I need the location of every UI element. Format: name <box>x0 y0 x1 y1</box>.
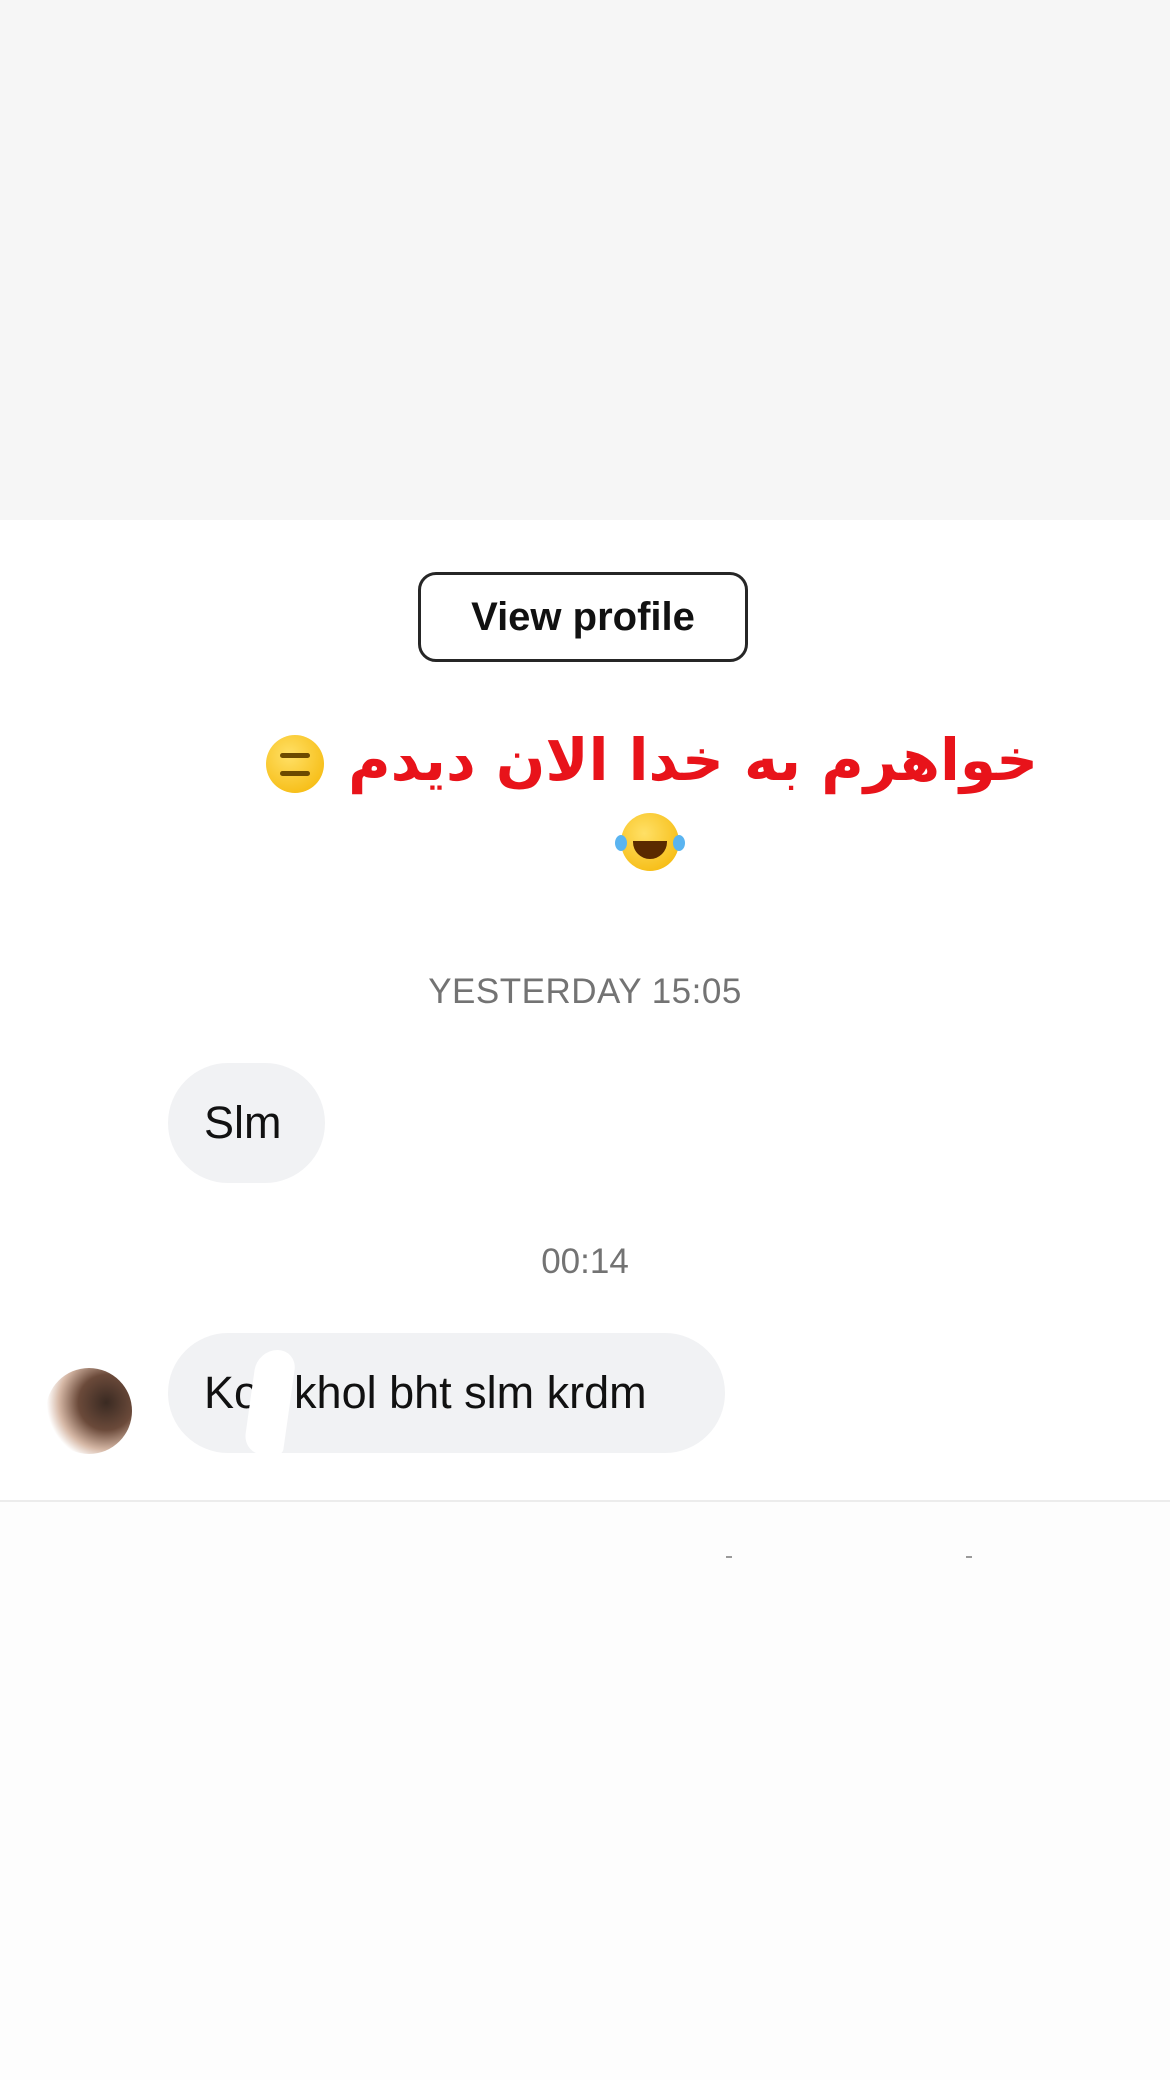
avatar[interactable] <box>46 1368 132 1454</box>
overlay-caption: خواهرم به خدا الان دیدم <box>240 722 1060 876</box>
laughing-tears-emoji-icon <box>615 812 679 871</box>
message-timestamp: 00:14 <box>541 1242 629 1281</box>
mark <box>726 1556 732 1558</box>
mark <box>966 1556 972 1558</box>
message-text: Slm <box>204 1097 282 1148</box>
caption-text: خواهرم به خدا الان دیدم <box>348 726 1039 794</box>
caption-line-2 <box>240 800 1060 876</box>
composer-area <box>0 1502 1170 2080</box>
view-profile-button[interactable]: View profile <box>418 572 748 662</box>
message-timestamp: YESTERDAY 15:05 <box>428 972 742 1011</box>
message-bubble[interactable]: Slm <box>168 1063 325 1183</box>
neutral-face-emoji-icon <box>265 734 324 793</box>
header-area <box>0 0 1170 520</box>
